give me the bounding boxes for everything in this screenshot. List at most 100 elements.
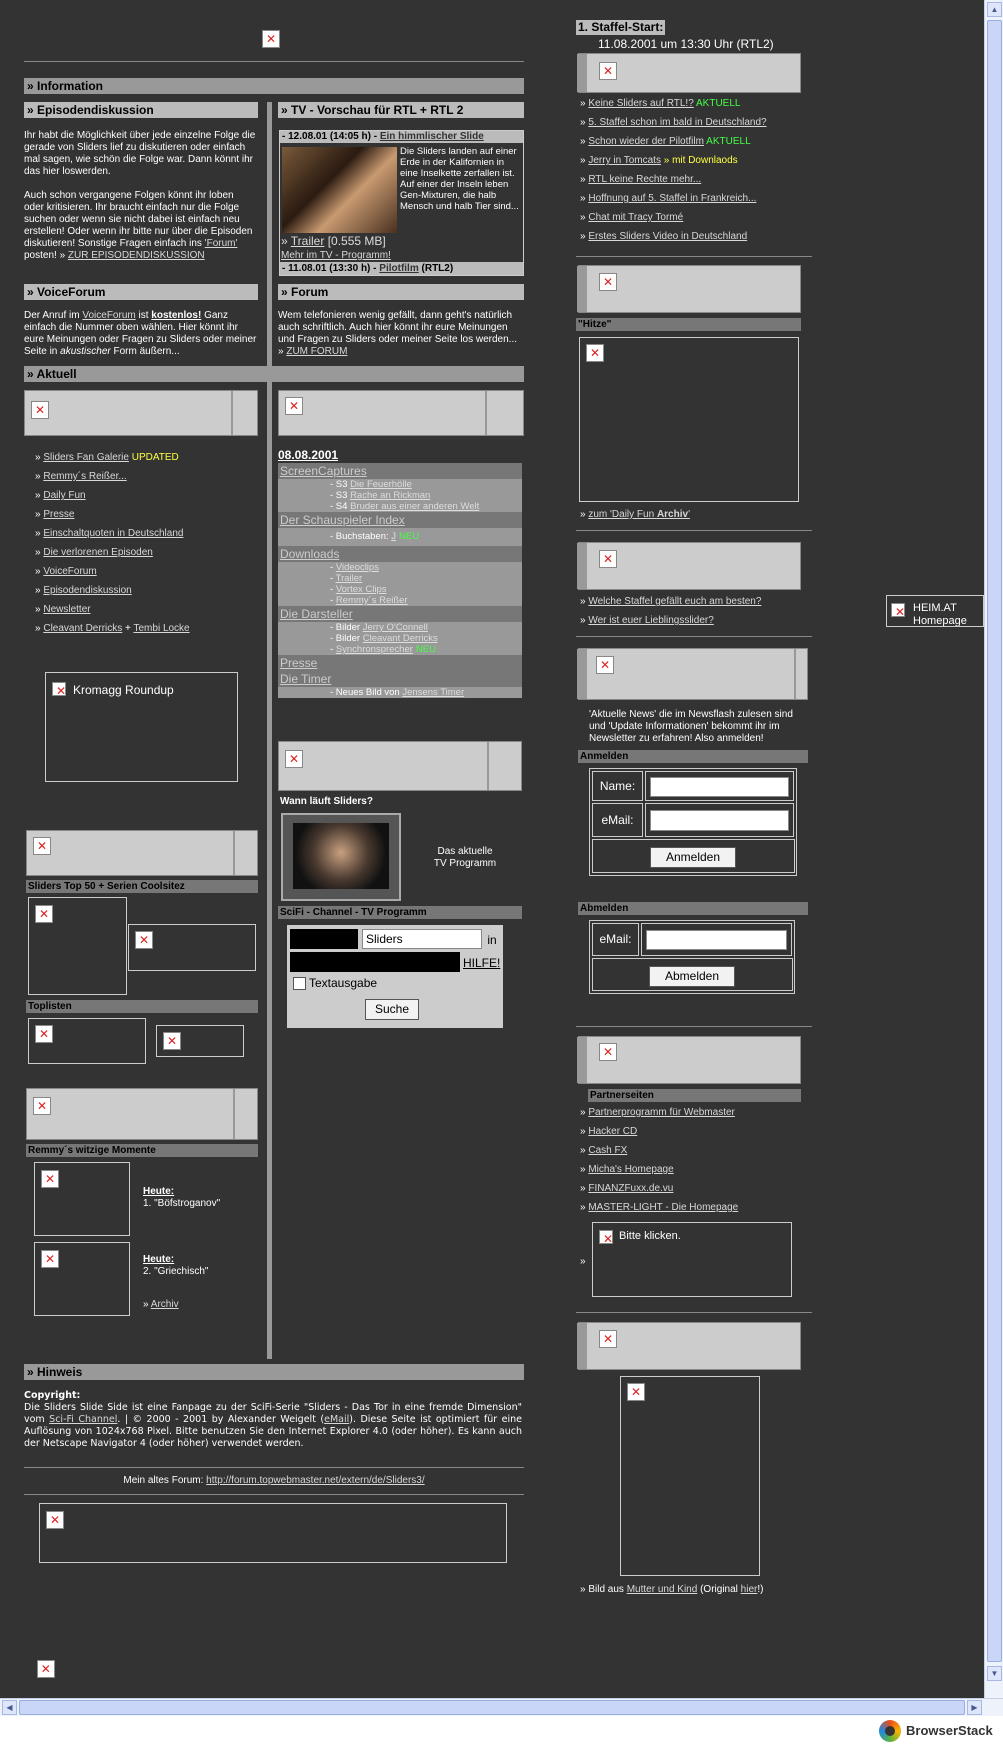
news-link[interactable]: RTL keine Rechte mehr... [588,174,701,185]
scroll-up-arrow-icon[interactable]: ▲ [987,2,1002,17]
channel-select[interactable] [290,929,358,949]
news-item[interactable]: Chat mit Tracy Tormé [580,212,810,231]
abmelden-email-input[interactable] [646,930,787,950]
left-nav-item[interactable]: Einschaltquoten in Deutschland [35,528,255,547]
news-link[interactable]: Vortex Clips [336,584,387,595]
textausgabe-checkbox[interactable] [293,977,306,990]
heim-at-badge[interactable]: HEIM.ATHomepage [886,595,984,627]
poll-item[interactable]: Welche Staffel gefällt euch am besten? [580,596,810,615]
picture-box[interactable] [620,1376,760,1576]
news-item[interactable]: RTL keine Rechte mehr... [580,174,810,193]
picture-banner[interactable] [577,1322,801,1370]
kromagg-box[interactable]: Kromagg Roundup [45,672,238,782]
abmelden-button[interactable]: Abmelden [649,966,735,987]
name-input[interactable] [650,777,789,797]
tv-episode-link[interactable]: Ein himmlischer Slide [380,131,484,142]
email-input[interactable] [650,810,789,831]
left-nav-link[interactable]: Die verlorenen Episoden [43,547,153,558]
poll-link[interactable]: Welche Staffel gefällt euch am besten? [588,596,761,607]
category-select[interactable] [290,952,460,972]
top50-box-1[interactable] [28,897,127,995]
scroll-h-thumb[interactable] [19,1700,965,1715]
news-section-header[interactable]: Die Timer [278,671,522,687]
news-section-header[interactable]: Die Darsteller [278,606,522,622]
tv-trailer-link[interactable]: Trailer [291,234,325,248]
left-nav-item[interactable]: Daily Fun [35,490,255,509]
scroll-thumb[interactable] [987,20,1002,1662]
anmelden-button[interactable]: Anmelden [650,847,736,868]
partner-item[interactable]: Hacker CD [580,1126,810,1145]
left-nav-link[interactable]: Tembi Locke [133,623,189,634]
partner-link[interactable]: FINANZFuxx.de.vu [588,1183,673,1194]
search-button[interactable]: Suche [365,999,419,1020]
remmy-box-2[interactable] [34,1242,130,1316]
remmy-banner[interactable] [26,1088,258,1140]
news-item[interactable]: Schon wieder der Pilotfilm AKTUELL [580,136,810,155]
tv-more-link[interactable]: Mehr im TV - Programm! [281,250,391,261]
news-link[interactable]: Erstes Sliders Video in Deutschland [588,231,747,242]
horizontal-scrollbar[interactable]: ◀ ▶ [0,1698,1003,1716]
news-link[interactable]: 5. Staffel schon im bald in Deutschland? [588,117,766,128]
left-nav-link[interactable]: Einschaltquoten in Deutschland [43,528,183,539]
left-nav-link[interactable]: Daily Fun [43,490,85,501]
original-link[interactable]: hier [741,1584,758,1595]
left-nav-item[interactable]: Cleavant Derricks + Tembi Locke [35,623,255,642]
voiceforum-link[interactable]: VoiceForum [82,310,135,321]
left-nav-link[interactable]: Remmy´s Reißer... [43,471,126,482]
news-link[interactable]: Jerry in Tomcats [588,155,661,166]
news-section-header[interactable]: Downloads [278,546,522,562]
news-link[interactable]: Trailer [336,573,363,584]
newsletter-banner[interactable] [577,648,808,700]
news-link[interactable]: Jensens Timer [402,687,464,698]
news-link[interactable]: J [391,531,396,542]
bottom-banner[interactable] [39,1503,507,1563]
news-link[interactable]: Cleavant Derricks [363,633,438,644]
scroll-left-arrow-icon[interactable]: ◀ [2,1700,17,1715]
left-nav-link[interactable]: Presse [43,509,74,520]
news-item[interactable]: Hoffnung auf 5. Staffel in Frankreich... [580,193,810,212]
hitze-banner[interactable] [577,265,801,313]
old-forum-link[interactable]: http://forum.topwebmaster.net/extern/de/… [206,1475,424,1486]
partner-link[interactable]: Partnerprogramm für Webmaster [588,1107,735,1118]
top50-banner[interactable] [26,830,258,876]
news-link[interactable]: Schon wieder der Pilotfilm [588,136,704,147]
left-nav-link[interactable]: Sliders Fan Galerie [43,452,129,463]
poll-link[interactable]: Wer ist euer Lieblingsslider? [588,615,713,626]
partner-item[interactable]: Partnerprogramm für Webmaster [580,1107,810,1126]
left-nav-item[interactable]: Presse [35,509,255,528]
forum-page-link[interactable]: ZUM FORUM [286,346,347,357]
mid-banner[interactable] [278,390,524,436]
partner-link[interactable]: MASTER-LIGHT - Die Homepage [588,1202,738,1213]
email-link[interactable]: eMail [324,1414,349,1425]
news-link[interactable]: Jerry O'Connell [363,622,428,633]
left-nav-link[interactable]: Newsletter [43,604,90,615]
partner-link[interactable]: Hacker CD [588,1126,637,1137]
news-link[interactable]: Bruder aus einer anderen Welt [350,501,479,512]
left-nav-link[interactable]: VoiceForum [43,566,96,577]
remmy-archiv-link[interactable]: Archiv [151,1299,179,1310]
search-input[interactable] [362,929,482,949]
wann-banner[interactable] [278,741,522,791]
news-link[interactable]: Die Feuerhölle [350,479,412,490]
partner-banner[interactable] [577,1036,801,1084]
news-link[interactable]: Videoclips [336,562,379,573]
news-link[interactable]: Hoffnung auf 5. Staffel in Frankreich... [588,193,756,204]
poll-banner[interactable] [577,542,801,590]
left-banner[interactable] [24,390,258,436]
news-link[interactable]: Chat mit Tracy Tormé [588,212,683,223]
left-nav-item[interactable]: Sliders Fan Galerie UPDATED [35,452,255,471]
vertical-scrollbar[interactable]: ▲ ▼ [984,0,1003,1698]
left-nav-item[interactable]: Newsletter [35,604,255,623]
poll-item[interactable]: Wer ist euer Lieblingsslider? [580,615,810,634]
left-nav-item[interactable]: Die verlorenen Episoden [35,547,255,566]
news-section-header[interactable]: Der Schauspieler Index [278,512,522,528]
news-link[interactable]: Remmy´s Reißer [336,595,408,606]
pilotfilm-link[interactable]: Pilotfilm [379,263,418,274]
daily-fun-archive-link[interactable]: zum 'Daily Fun [588,509,657,520]
partner-item[interactable]: Cash FX [580,1145,810,1164]
news-banner[interactable] [577,53,801,93]
partner-link[interactable]: Micha's Homepage [588,1164,673,1175]
mutter-kind-link[interactable]: Mutter und Kind [627,1584,698,1595]
news-link[interactable]: Keine Sliders auf RTL!? [588,98,693,109]
scroll-down-arrow-icon[interactable]: ▼ [987,1666,1002,1681]
